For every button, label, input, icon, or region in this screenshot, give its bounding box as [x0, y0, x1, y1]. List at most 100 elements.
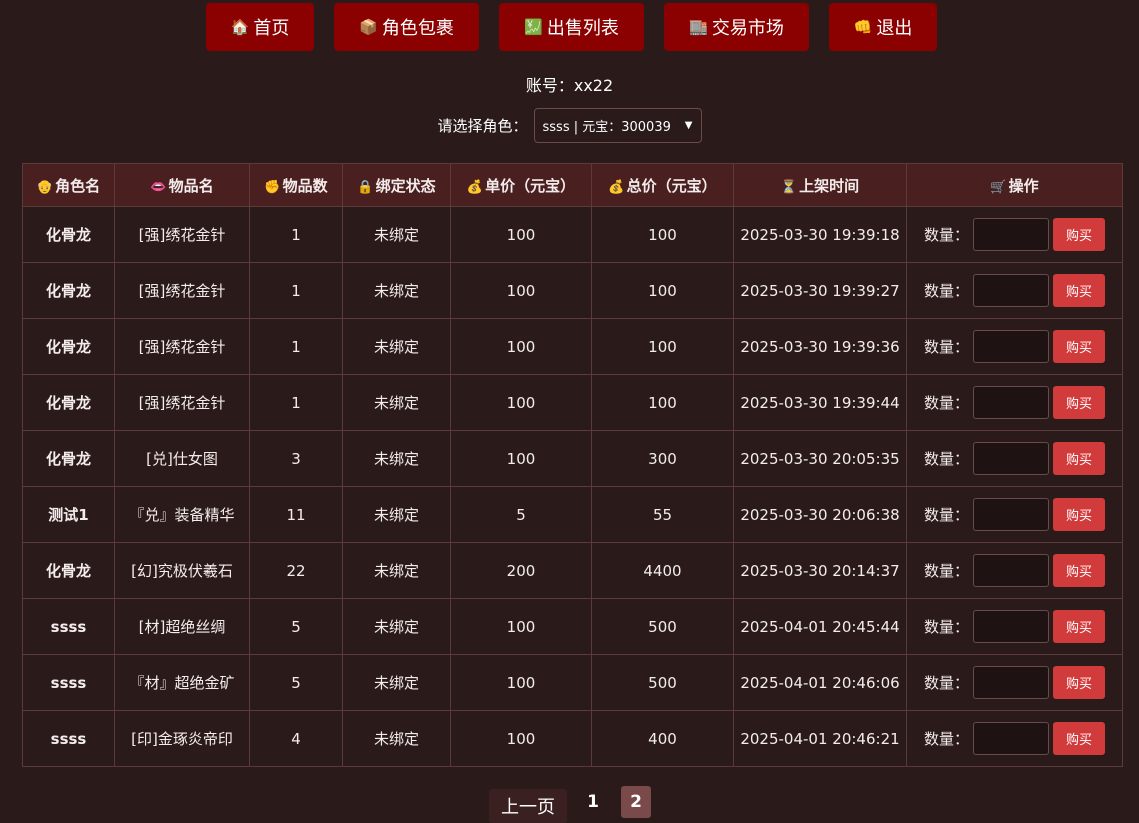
cell-list-time: 2025-04-01 20:45:44 — [733, 598, 907, 655]
cell-list-time: 2025-04-01 20:46:21 — [733, 710, 907, 767]
quantity-label: 数量： — [923, 226, 969, 244]
cell-item-count: 1 — [249, 318, 343, 375]
quantity-input[interactable] — [973, 554, 1049, 587]
nav-sale-list-button[interactable]: 💹 出售列表 — [499, 3, 644, 51]
buy-controls: 数量： 购买 — [907, 442, 1122, 475]
cell-list-time: 2025-03-30 19:39:36 — [733, 318, 907, 375]
buy-button[interactable]: 购买 — [1053, 218, 1105, 251]
role-selector-row: 请选择角色： ssss | 元宝：300039 ▼ — [0, 108, 1139, 143]
header-action: 🛒 操作 — [906, 163, 1123, 207]
cell-action: 数量： 购买 — [906, 318, 1123, 375]
cell-role-name: 化骨龙 — [22, 318, 115, 375]
quantity-label: 数量： — [923, 282, 969, 300]
header-label: 操作 — [1008, 176, 1039, 195]
header-bind: 🔒 绑定状态 — [342, 163, 451, 207]
cell-item-count: 22 — [249, 542, 343, 599]
cell-item-name: [幻]究极伏羲石 — [114, 542, 250, 599]
fist-icon: ✊ — [264, 179, 281, 195]
quantity-label: 数量： — [923, 338, 969, 356]
nav-bag-button[interactable]: 📦 角色包裹 — [334, 3, 479, 51]
cell-role-name: 化骨龙 — [22, 542, 115, 599]
buy-button[interactable]: 购买 — [1053, 666, 1105, 699]
cell-role-name: 测试1 — [22, 486, 115, 543]
header-label: 物品名 — [168, 176, 214, 195]
cell-bind-status: 未绑定 — [342, 318, 451, 375]
table-row: 化骨龙 [幻]究极伏羲石 22 未绑定 200 4400 2025-03-30 20:14:… — [22, 542, 1123, 599]
page-1-button[interactable]: 1 — [578, 786, 608, 818]
quantity-label: 数量： — [923, 562, 969, 580]
quantity-input[interactable] — [973, 498, 1049, 531]
cell-unit-price: 100 — [450, 598, 592, 655]
header-count: ✊ 物品数 — [249, 163, 343, 207]
cell-item-count: 11 — [249, 486, 343, 543]
cell-action: 数量： 购买 — [906, 598, 1123, 655]
quantity-input[interactable] — [973, 722, 1049, 755]
nav-logout-button[interactable]: 👊 退出 — [829, 3, 937, 51]
role-select[interactable]: ssss | 元宝：300039 ▼ — [533, 108, 702, 143]
cell-total-price: 100 — [591, 206, 734, 263]
nav-market-button[interactable]: 🏬 交易市场 — [664, 3, 809, 51]
chart-icon: 💹 — [524, 18, 543, 36]
money-bag-icon: 💰 — [608, 179, 625, 195]
quantity-input[interactable] — [973, 610, 1049, 643]
cell-item-name: [兑]仕女图 — [114, 430, 250, 487]
cell-unit-price: 100 — [450, 654, 592, 711]
cell-total-price: 100 — [591, 262, 734, 319]
cell-bind-status: 未绑定 — [342, 542, 451, 599]
cell-total-price: 500 — [591, 598, 734, 655]
header-label: 物品数 — [282, 176, 328, 195]
page-2-button[interactable]: 2 — [621, 786, 651, 818]
table-row: 化骨龙 [强]绣花金针 1 未绑定 100 100 2025-03-30 19:39:27 数… — [22, 262, 1123, 319]
cell-unit-price: 5 — [450, 486, 592, 543]
quantity-input[interactable] — [973, 218, 1049, 251]
buy-button[interactable]: 购买 — [1053, 498, 1105, 531]
table-row: ssss 『材』超绝金矿 5 未绑定 100 500 2025-04-01 20:46:06… — [22, 654, 1123, 711]
fist-icon: 👊 — [853, 18, 873, 36]
buy-button[interactable]: 购买 — [1053, 330, 1105, 363]
buy-button[interactable]: 购买 — [1053, 442, 1105, 475]
cell-item-count: 1 — [249, 374, 343, 431]
cell-bind-status: 未绑定 — [342, 262, 451, 319]
buy-button[interactable]: 购买 — [1053, 274, 1105, 307]
cell-bind-status: 未绑定 — [342, 486, 451, 543]
buy-button[interactable]: 购买 — [1053, 610, 1105, 643]
cell-total-price: 500 — [591, 654, 734, 711]
buy-controls: 数量： 购买 — [907, 666, 1122, 699]
header-item: 👄 物品名 — [114, 163, 250, 207]
cell-total-price: 300 — [591, 430, 734, 487]
cell-item-name: [强]绣花金针 — [114, 374, 250, 431]
cell-action: 数量： 购买 — [906, 710, 1123, 767]
cell-item-count: 1 — [249, 262, 343, 319]
table-row: 化骨龙 [兑]仕女图 3 未绑定 100 300 2025-03-30 20:05:35 数量… — [22, 430, 1123, 487]
cell-unit-price: 100 — [450, 262, 592, 319]
quantity-input[interactable] — [973, 274, 1049, 307]
table-row: ssss [材]超绝丝绸 5 未绑定 100 500 2025-04-01 20:45:44… — [22, 598, 1123, 655]
buy-controls: 数量： 购买 — [907, 498, 1122, 531]
buy-button[interactable]: 购买 — [1053, 554, 1105, 587]
cell-bind-status: 未绑定 — [342, 710, 451, 767]
cell-unit-price: 100 — [450, 430, 592, 487]
quantity-input[interactable] — [973, 442, 1049, 475]
quantity-label: 数量： — [923, 450, 969, 468]
cell-role-name: 化骨龙 — [22, 430, 115, 487]
header-label: 上架时间 — [799, 176, 860, 195]
buy-controls: 数量： 购买 — [907, 610, 1122, 643]
quantity-input[interactable] — [973, 666, 1049, 699]
table-row: 化骨龙 [强]绣花金针 1 未绑定 100 100 2025-03-30 19:39:36 数… — [22, 318, 1123, 375]
cell-list-time: 2025-03-30 19:39:27 — [733, 262, 907, 319]
buy-button[interactable]: 购买 — [1053, 722, 1105, 755]
package-icon: 📦 — [359, 18, 378, 36]
cell-bind-status: 未绑定 — [342, 654, 451, 711]
home-icon: 🏠 — [230, 18, 250, 36]
quantity-input[interactable] — [973, 330, 1049, 363]
cell-action: 数量： 购买 — [906, 486, 1123, 543]
quantity-input[interactable] — [973, 386, 1049, 419]
prev-page-button[interactable]: 上一页 — [489, 789, 567, 823]
buy-button[interactable]: 购买 — [1053, 386, 1105, 419]
cell-action: 数量： 购买 — [906, 542, 1123, 599]
buy-controls: 数量： 购买 — [907, 722, 1122, 755]
quantity-label: 数量： — [923, 506, 969, 524]
nav-home-button[interactable]: 🏠 首页 — [206, 3, 314, 51]
cell-total-price: 400 — [591, 710, 734, 767]
cell-total-price: 100 — [591, 374, 734, 431]
